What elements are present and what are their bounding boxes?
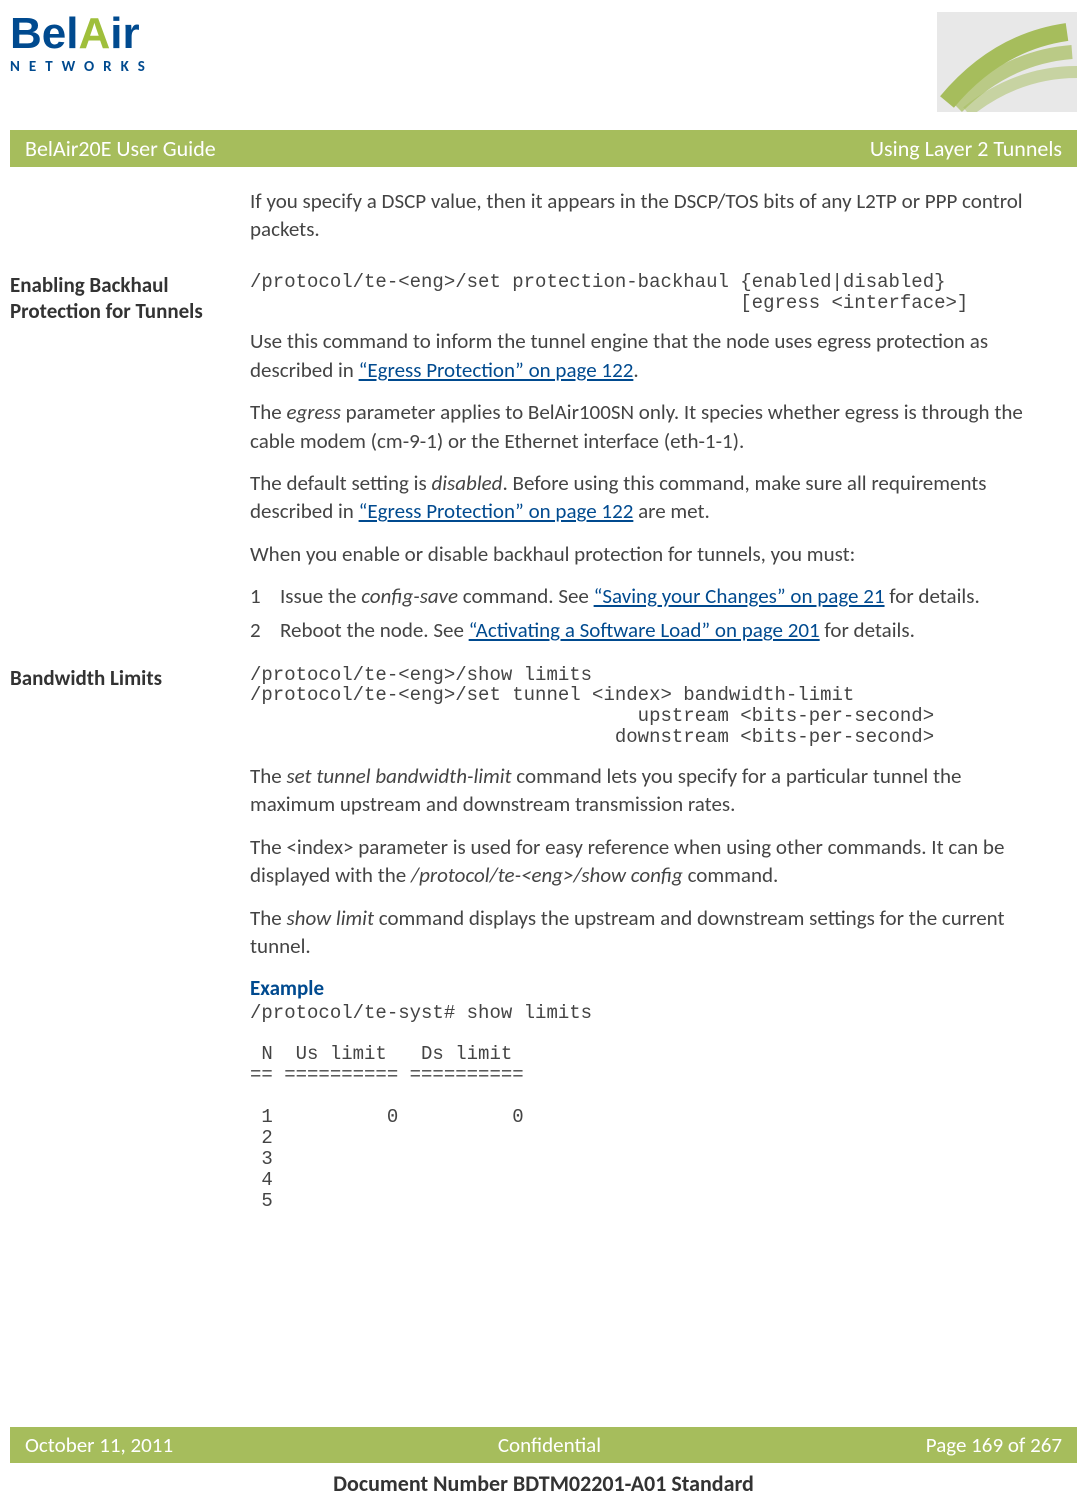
logo-sub-text: NETWORKS xyxy=(10,58,154,76)
example-heading: Example xyxy=(250,974,1037,1002)
section-heading-backhaul: Enabling Backhaul Protection for Tunnels xyxy=(10,272,250,651)
link-activating-software[interactable]: “Activating a Software Load” on page 201 xyxy=(469,617,820,643)
paragraph: The default setting is disabled. Before … xyxy=(250,469,1037,526)
document-number: Document Number BDTM02201-A01 Standard xyxy=(0,1470,1087,1497)
paragraph: The egress parameter applies to BelAir10… xyxy=(250,398,1037,455)
paragraph: Use this command to inform the tunnel en… xyxy=(250,327,1037,384)
title-bar: BelAir20E User Guide Using Layer 2 Tunne… xyxy=(10,130,1077,167)
value-disabled: disabled xyxy=(431,470,502,496)
page-header: BelAir NETWORKS xyxy=(0,0,1087,130)
link-egress-protection-1[interactable]: “Egress Protection” on page 122 xyxy=(359,357,634,383)
footer-page: Page 169 of 267 xyxy=(926,1432,1062,1458)
command-syntax-backhaul: /protocol/te-<eng>/set protection-backha… xyxy=(250,272,1037,314)
cmd-set-tunnel: set tunnel bandwidth-limit xyxy=(286,763,511,789)
footer-bar: October 11, 2011 Confidential Page 169 o… xyxy=(10,1427,1077,1463)
page-content: If you specify a DSCP value, then it app… xyxy=(0,167,1087,1259)
command-syntax-bandwidth: /protocol/te-<eng>/show limits /protocol… xyxy=(250,665,1037,749)
intro-paragraph: If you specify a DSCP value, then it app… xyxy=(250,187,1037,244)
paragraph: The <index> parameter is used for easy r… xyxy=(250,833,1037,890)
logo-main-text: BelAir xyxy=(10,12,154,56)
example-output: /protocol/te-syst# show limits N Us limi… xyxy=(250,1003,1037,1212)
link-saving-changes[interactable]: “Saving your Changes” on page 21 xyxy=(594,583,885,609)
guide-title: BelAir20E User Guide xyxy=(25,135,216,162)
paragraph: When you enable or disable backhaul prot… xyxy=(250,540,1037,568)
cmd-show-limit: show limit xyxy=(286,905,374,931)
param-egress: egress xyxy=(286,399,340,425)
section-heading-bandwidth: Bandwidth Limits xyxy=(10,665,250,1226)
footer-confidential: Confidential xyxy=(498,1432,601,1458)
section-title: Using Layer 2 Tunnels xyxy=(870,135,1062,162)
steps-list: 1Issue the config-save command. See “Sav… xyxy=(250,582,1037,645)
wave-icon xyxy=(937,12,1077,112)
list-item: 1Issue the config-save command. See “Sav… xyxy=(250,582,1037,610)
link-egress-protection-2[interactable]: “Egress Protection” on page 122 xyxy=(359,498,634,524)
cmd-show-config: /protocol/te-<eng>/show config xyxy=(411,862,683,888)
footer-date: October 11, 2011 xyxy=(25,1432,173,1458)
cmd-config-save: config-save xyxy=(361,583,458,609)
paragraph: The show limit command displays the upst… xyxy=(250,904,1037,961)
paragraph: The set tunnel bandwidth-limit command l… xyxy=(250,762,1037,819)
list-item: 2Reboot the node. See “Activating a Soft… xyxy=(250,616,1037,644)
belair-logo: BelAir NETWORKS xyxy=(10,12,154,76)
